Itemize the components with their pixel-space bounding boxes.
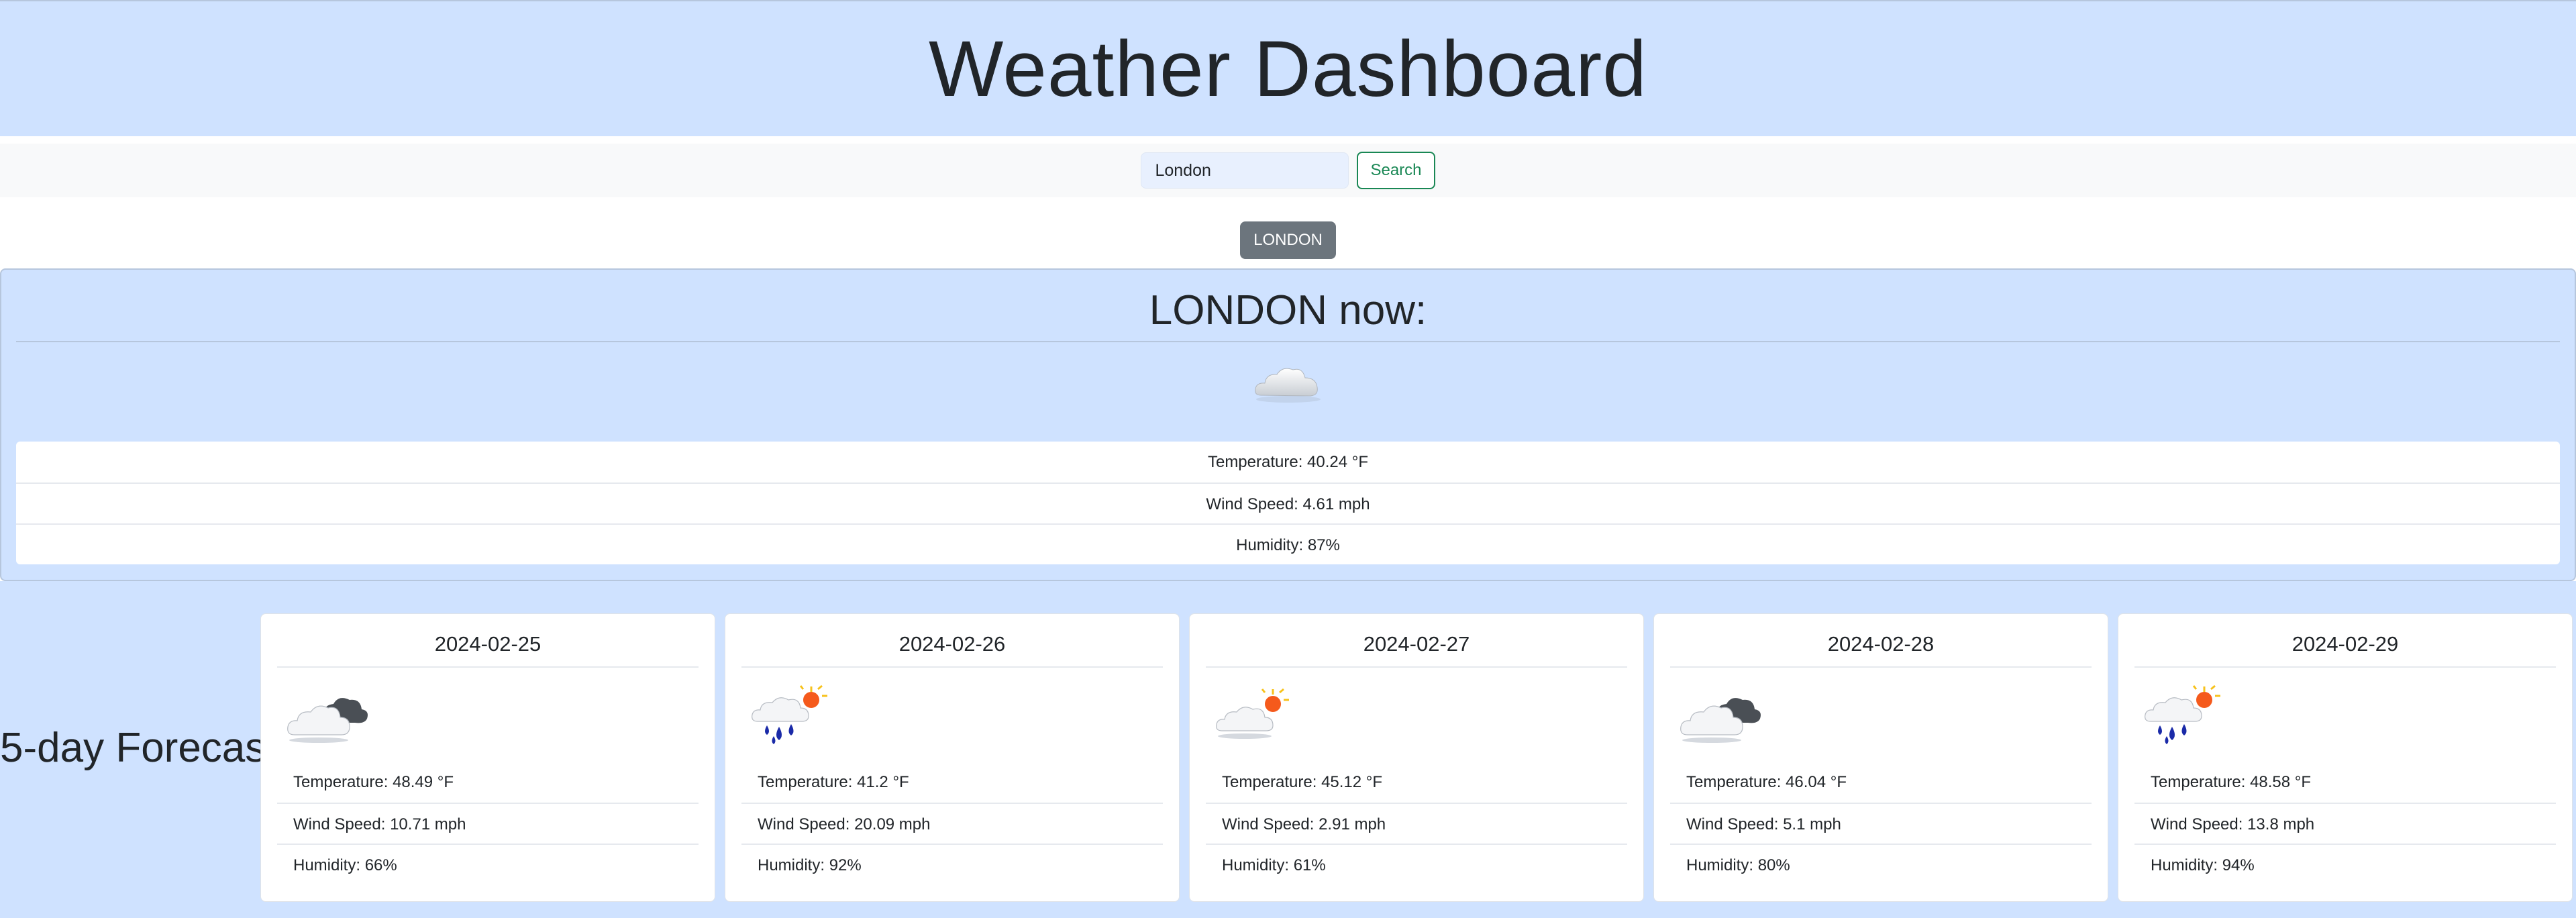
page-title: Weather Dashboard <box>929 24 1647 113</box>
search-history: LONDON <box>0 221 2576 259</box>
forecast-wind-speed: Wind Speed: 2.91 mph <box>1206 803 1627 844</box>
page-header: Weather Dashboard <box>0 0 2576 136</box>
current-humidity: Humidity: 87% <box>16 523 2560 564</box>
cloudy-icon <box>287 698 368 743</box>
forecast-card: 2024-02-27 Temperature: 45.12 °F Wind Sp… <box>1189 613 1644 902</box>
forecast-wind-speed: Wind Speed: 5.1 mph <box>1670 803 2092 844</box>
current-weather-panel: LONDON now: Temperature: 40.24 °F Wind S… <box>0 268 2576 581</box>
forecast-temperature: Temperature: 46.04 °F <box>1686 773 1847 791</box>
forecast-date: 2024-02-26 <box>741 627 1163 668</box>
search-button[interactable]: Search <box>1357 152 1435 189</box>
forecast-humidity: Humidity: 92% <box>741 844 1163 884</box>
forecast-humidity: Humidity: 94% <box>2134 844 2556 884</box>
forecast-wind-speed: Wind Speed: 10.71 mph <box>277 803 699 844</box>
forecast-card: 2024-02-25 Temperature: 48.49 °F Wind Sp… <box>260 613 715 902</box>
rain-sun-icon <box>752 684 827 744</box>
current-temperature: Temperature: 40.24 °F <box>1207 453 1369 471</box>
current-wind-speed: Wind Speed: 4.61 mph <box>16 482 2560 523</box>
forecast-date: 2024-02-27 <box>1206 627 1627 668</box>
forecast-info-list: Temperature: 48.58 °F Wind Speed: 13.8 m… <box>2134 762 2556 884</box>
forecast-card: 2024-02-28 Temperature: 46.04 °F Wind Sp… <box>1653 613 2108 902</box>
forecast-date: 2024-02-28 <box>1670 627 2092 668</box>
cloudy-icon <box>1680 698 1761 743</box>
forecast-info-list: Temperature: 45.12 °F Wind Speed: 2.91 m… <box>1206 762 1627 884</box>
search-bar: Search <box>0 144 2576 197</box>
forecast-info-list: Temperature: 48.49 °F Wind Speed: 10.71 … <box>277 762 699 884</box>
history-button-london[interactable]: LONDON <box>1240 221 1336 259</box>
forecast-temperature: Temperature: 45.12 °F <box>1222 773 1383 791</box>
city-search-input[interactable] <box>1141 152 1349 189</box>
current-weather-title: LONDON now: <box>16 287 2560 342</box>
forecast-date: 2024-02-29 <box>2134 627 2556 668</box>
forecast-label: 5-day Forecast: <box>0 725 289 771</box>
forecast-wind-speed: Wind Speed: 20.09 mph <box>741 803 1163 844</box>
forecast-humidity: Humidity: 66% <box>277 844 699 884</box>
forecast-info-list: Temperature: 41.2 °F Wind Speed: 20.09 m… <box>741 762 1163 884</box>
forecast-info-list: Temperature: 46.04 °F Wind Speed: 5.1 mp… <box>1670 762 2092 884</box>
current-weather-list: Temperature: 40.24 °F Wind Speed: 4.61 m… <box>16 442 2560 564</box>
forecast-temperature: Temperature: 48.49 °F <box>293 773 454 791</box>
forecast-card: 2024-02-26 Temperature: 41.2 °F Wind Spe… <box>725 613 1180 902</box>
forecast-wind-speed: Wind Speed: 13.8 mph <box>2134 803 2556 844</box>
forecast-humidity: Humidity: 61% <box>1206 844 1627 884</box>
forecast-temperature: Temperature: 41.2 °F <box>758 773 909 791</box>
forecast-date: 2024-02-25 <box>277 627 699 668</box>
forecast-temperature: Temperature: 48.58 °F <box>2151 773 2312 791</box>
partly-sunny-icon <box>1216 688 1289 739</box>
rain-sun-icon <box>2145 684 2220 744</box>
forecast-humidity: Humidity: 80% <box>1670 844 2092 884</box>
forecast-card: 2024-02-29 Temperature: 48.58 °F Wind Sp… <box>2118 613 2573 902</box>
cloud-icon <box>1254 368 1321 403</box>
